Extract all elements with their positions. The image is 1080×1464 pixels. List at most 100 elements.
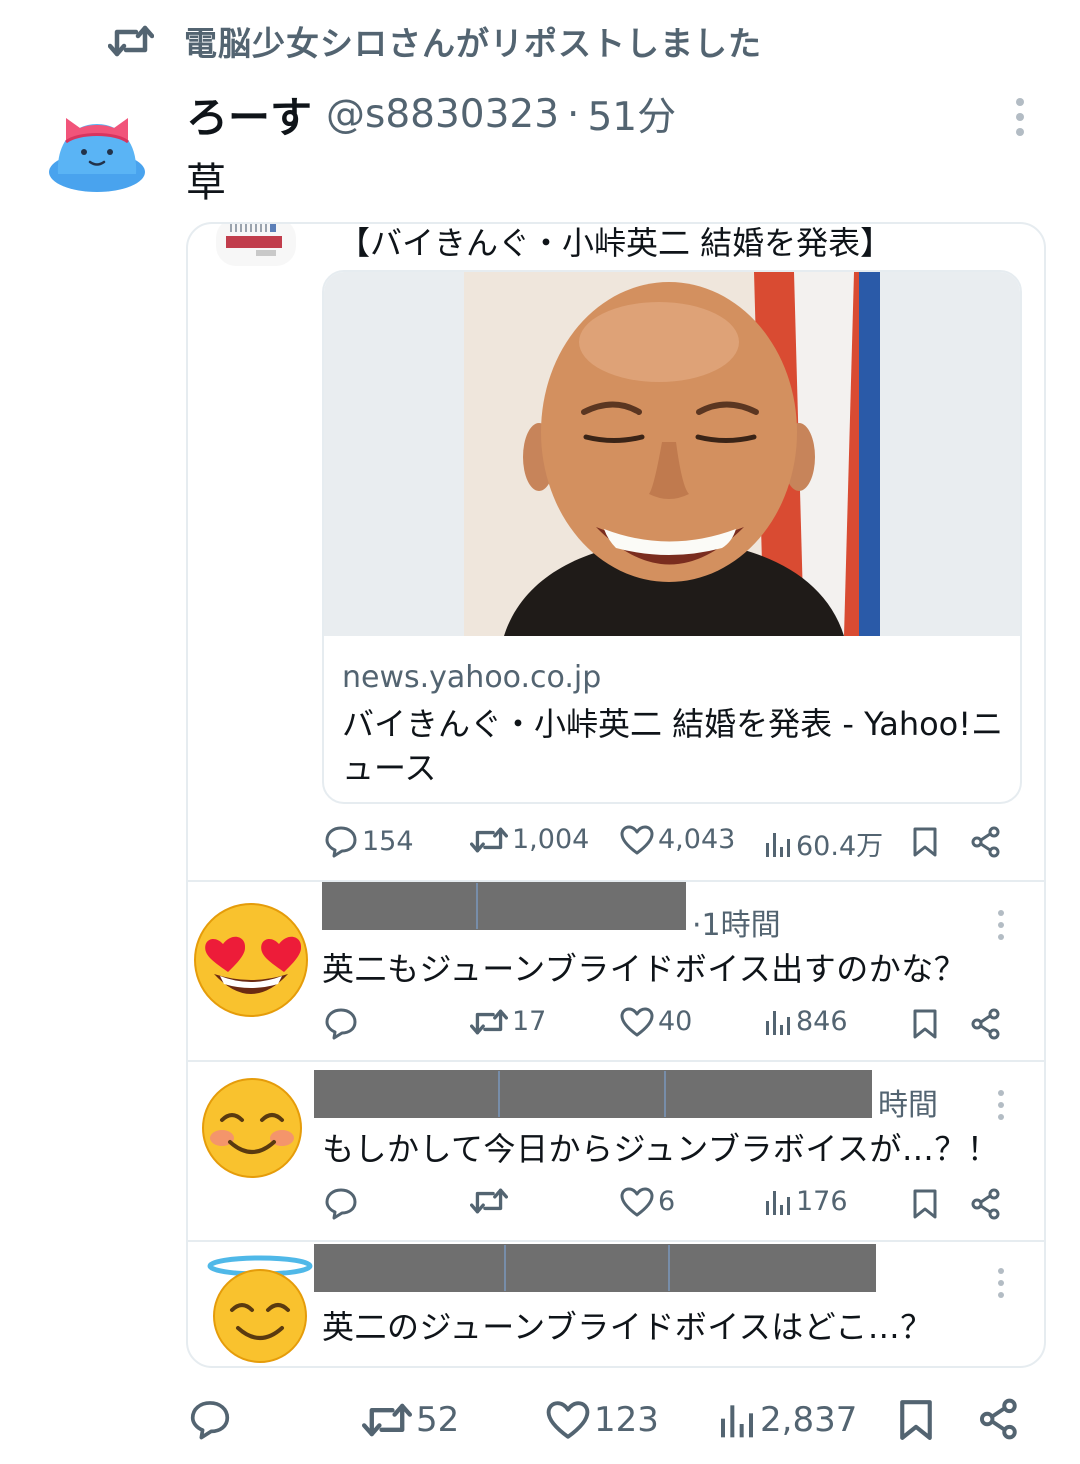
like-count: 4,043 [658, 824, 736, 855]
author-name[interactable]: ろーす [186, 84, 312, 145]
repost-button[interactable]: 17 [470, 1006, 546, 1037]
more-options-button[interactable] [993, 1266, 1009, 1300]
view-count: 2,837 [760, 1400, 858, 1440]
bookmark-icon [913, 1189, 937, 1219]
repost-label: 電脳少女シロさんがリポストしました [184, 24, 762, 63]
heart-icon [620, 1007, 654, 1036]
reply-button[interactable]: 154 [324, 824, 414, 858]
redaction-edge [476, 883, 478, 929]
quoted-tweet-card[interactable]: 【バイきんぐ・小峠英二 結婚を発表】 news.yahoo.co.jp バイきん… [186, 222, 1046, 1368]
more-vertical-icon [998, 1268, 1004, 1298]
author-handle[interactable]: @s8830323 [326, 92, 559, 137]
view-count: 846 [796, 1006, 848, 1037]
like-count: 123 [594, 1400, 659, 1440]
views-icon [766, 1190, 790, 1215]
reply-text: もしかして今日からジュンブラボイスが…？！ [322, 1130, 1000, 1168]
redaction-edge [498, 1071, 500, 1117]
more-vertical-icon [998, 910, 1004, 940]
reply-item[interactable]: 時間 もしかして今日からジュンブラボイスが…？！ 6 176 [188, 1062, 1044, 1240]
redaction-edge [664, 1071, 666, 1117]
repost-count: 17 [512, 1006, 547, 1037]
views-icon [766, 1010, 790, 1035]
heart-icon [620, 825, 654, 854]
more-options-button[interactable] [993, 1088, 1009, 1122]
more-options-button[interactable] [993, 908, 1009, 942]
like-button[interactable]: 4,043 [620, 824, 735, 855]
reply-button[interactable] [324, 1006, 358, 1040]
views-button[interactable]: 846 [764, 1006, 848, 1037]
avatar[interactable] [46, 112, 148, 194]
reply-time: ·1時間 [692, 908, 781, 943]
views-button[interactable]: 2,837 [718, 1400, 857, 1440]
tweet-text: 草 [186, 160, 226, 206]
link-domain: news.yahoo.co.jp [342, 660, 602, 695]
share-icon [971, 1188, 1000, 1220]
reply-item[interactable]: ·1時間 英二もジューンブライドボイス出すのかな？ 17 40 846 [188, 882, 1044, 1060]
bookmark-button[interactable] [912, 826, 938, 858]
repost-count: 1,004 [512, 824, 590, 855]
separator: · [567, 91, 580, 137]
repost-button[interactable] [470, 1186, 508, 1216]
more-options-button[interactable] [1006, 96, 1034, 138]
share-icon [971, 826, 1000, 858]
reply-count: 154 [362, 825, 414, 857]
bookmark-icon [913, 827, 937, 857]
reply-actions: 17 40 846 [324, 1006, 1024, 1046]
like-button[interactable]: 40 [620, 1006, 692, 1037]
views-button[interactable]: 60.4万 [764, 824, 883, 863]
repost-icon [470, 1188, 508, 1214]
share-button[interactable] [970, 826, 1002, 858]
reply-icon [325, 1008, 357, 1040]
view-count: 60.4万 [796, 831, 884, 862]
redacted-username [314, 1070, 872, 1118]
view-count: 176 [796, 1186, 848, 1217]
tweet-header: ろーす @s8830323 · 51分 [186, 86, 676, 142]
reply-text: 英二もジューンブライドボイス出すのかな？ [322, 950, 967, 988]
share-icon [971, 1008, 1000, 1040]
like-count: 6 [658, 1186, 676, 1217]
repost-icon [108, 25, 154, 57]
views-button[interactable]: 176 [764, 1186, 848, 1217]
news-photo [464, 272, 880, 636]
yahoo-logo [216, 224, 296, 266]
share-button[interactable] [970, 1188, 1002, 1220]
redacted-username [314, 1244, 876, 1292]
reply-time: 時間 [878, 1088, 938, 1123]
like-button[interactable]: 6 [620, 1186, 675, 1217]
more-vertical-icon [1016, 98, 1024, 136]
repost-context[interactable]: 電脳少女シロさんがリポストしました [108, 18, 762, 64]
quoted-tweet-actions: 154 1,004 4,043 60.4万 [324, 824, 1024, 864]
repost-icon [470, 1009, 508, 1034]
tweet-time[interactable]: 51分 [587, 86, 676, 142]
repost-button[interactable]: 1,004 [470, 824, 589, 855]
heart-icon [620, 1187, 654, 1216]
reply-icon [190, 1401, 230, 1440]
reply-item[interactable]: 英二のジューンブライドボイスはどこ…？ [188, 1242, 1044, 1366]
heart-eyes-emoji [190, 896, 312, 1018]
bookmark-button[interactable] [912, 1188, 938, 1220]
halo-emoji [204, 1254, 316, 1366]
bookmark-button[interactable] [912, 1008, 938, 1040]
share-button[interactable] [970, 1008, 1002, 1040]
reply-icon [325, 1188, 357, 1220]
more-vertical-icon [998, 1090, 1004, 1120]
reply-button[interactable] [188, 1398, 232, 1440]
like-button[interactable]: 123 [546, 1400, 659, 1440]
repost-count: 52 [416, 1400, 460, 1440]
reply-icon [325, 826, 357, 858]
bookmark-button[interactable] [898, 1398, 934, 1442]
reply-actions: 6 176 [324, 1186, 1024, 1226]
tweet-actions: 52 123 2,837 [0, 1392, 1080, 1452]
views-icon [721, 1405, 753, 1438]
like-count: 40 [658, 1006, 693, 1037]
reply-button[interactable] [324, 1186, 358, 1220]
repost-icon [362, 1403, 412, 1437]
share-button[interactable] [978, 1398, 1020, 1440]
share-icon [979, 1398, 1017, 1440]
quoted-tweet-text: 【バイきんぐ・小峠英二 結婚を発表】 [338, 224, 893, 262]
link-title: バイきんぐ・小峠英二 結婚を発表 - Yahoo!ニュース [342, 705, 1004, 787]
heart-icon [546, 1401, 590, 1439]
bookmark-icon [900, 1400, 932, 1440]
repost-button[interactable]: 52 [362, 1400, 459, 1440]
link-preview-card[interactable]: news.yahoo.co.jp バイきんぐ・小峠英二 結婚を発表 - Yaho… [322, 270, 1022, 804]
